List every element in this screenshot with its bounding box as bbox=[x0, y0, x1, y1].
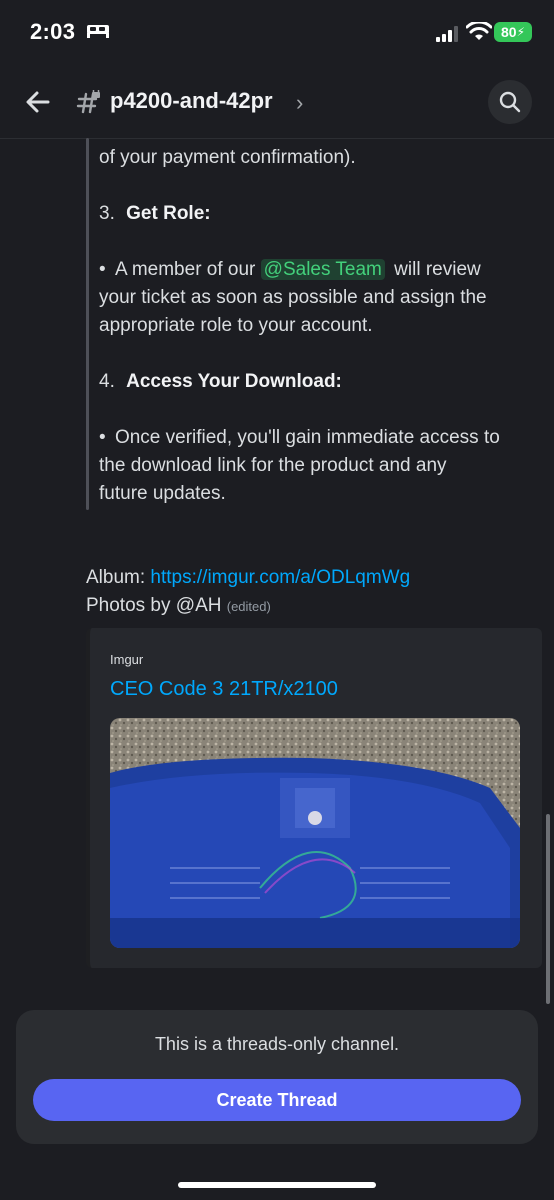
bullet-dot: • bbox=[99, 427, 106, 448]
bed-icon bbox=[87, 25, 109, 38]
step-number: 3. bbox=[99, 203, 115, 224]
bullet-line: • Once verified, you'll gain immediate a… bbox=[99, 424, 500, 452]
text-line: future updates. bbox=[99, 483, 226, 504]
status-bar: 2:03 80 ⚡ bbox=[0, 0, 554, 66]
link-embed: Imgur CEO Code 3 21TR/x2100 bbox=[86, 628, 542, 968]
back-arrow-icon[interactable] bbox=[22, 86, 54, 118]
step-3-heading: 3. Get Role: bbox=[99, 200, 211, 228]
album-line: Album: https://imgur.com/a/ODLqmWg bbox=[86, 564, 410, 592]
channel-name[interactable]: p4200-and-42pr bbox=[110, 88, 273, 114]
sales-team-mention[interactable]: @Sales Team bbox=[260, 259, 385, 280]
battery-icon: 80 ⚡ bbox=[494, 22, 532, 42]
home-indicator[interactable] bbox=[178, 1182, 376, 1188]
photos-line: Photos by @AH (edited) bbox=[86, 592, 271, 621]
bullet-text: A member of our bbox=[114, 259, 256, 280]
photos-by-text: Photos by @AH bbox=[86, 595, 222, 616]
step-title: Access Your Download: bbox=[126, 371, 342, 392]
text-line: the download link for the product and an… bbox=[99, 455, 447, 476]
scrollbar[interactable] bbox=[546, 814, 550, 1004]
text-line: appropriate role to your account. bbox=[99, 315, 373, 336]
bullet-text: will review bbox=[394, 259, 481, 280]
signal-icon bbox=[436, 26, 458, 42]
edited-tag: (edited) bbox=[226, 599, 271, 614]
status-time: 2:03 bbox=[30, 19, 76, 44]
step-number: 4. bbox=[99, 371, 115, 392]
threads-only-notice: This is a threads-only channel. bbox=[154, 1034, 400, 1054]
embed-provider: Imgur bbox=[110, 652, 144, 667]
step-title: Get Role: bbox=[126, 203, 211, 224]
album-label: Album: bbox=[86, 567, 146, 588]
blockquote-bar bbox=[86, 138, 89, 510]
locked-hash-icon bbox=[76, 90, 100, 114]
bullet-text: Once verified, you'll gain immediate acc… bbox=[114, 427, 500, 448]
wifi-icon bbox=[466, 22, 492, 40]
album-link[interactable]: https://imgur.com/a/ODLqmWg bbox=[150, 567, 410, 588]
embed-title-link[interactable]: CEO Code 3 21TR/x2100 bbox=[110, 678, 338, 701]
search-icon bbox=[499, 91, 521, 113]
chevron-right-icon[interactable]: › bbox=[296, 90, 303, 116]
embed-image[interactable] bbox=[110, 718, 520, 948]
bullet-line: • A member of our @Sales Team will revie… bbox=[99, 256, 481, 284]
bullet-dot: • bbox=[99, 259, 106, 280]
step-4-heading: 4. Access Your Download: bbox=[99, 368, 342, 396]
search-button[interactable] bbox=[488, 80, 532, 124]
create-thread-button[interactable]: Create Thread bbox=[33, 1079, 521, 1121]
text-line: your ticket as soon as possible and assi… bbox=[99, 287, 487, 308]
threads-only-panel: This is a threads-only channel. Create T… bbox=[16, 1010, 538, 1144]
channel-header: p4200-and-42pr › bbox=[0, 66, 554, 139]
battery-level: 80 bbox=[500, 24, 517, 40]
text-line: of your payment confirmation). bbox=[99, 147, 356, 168]
